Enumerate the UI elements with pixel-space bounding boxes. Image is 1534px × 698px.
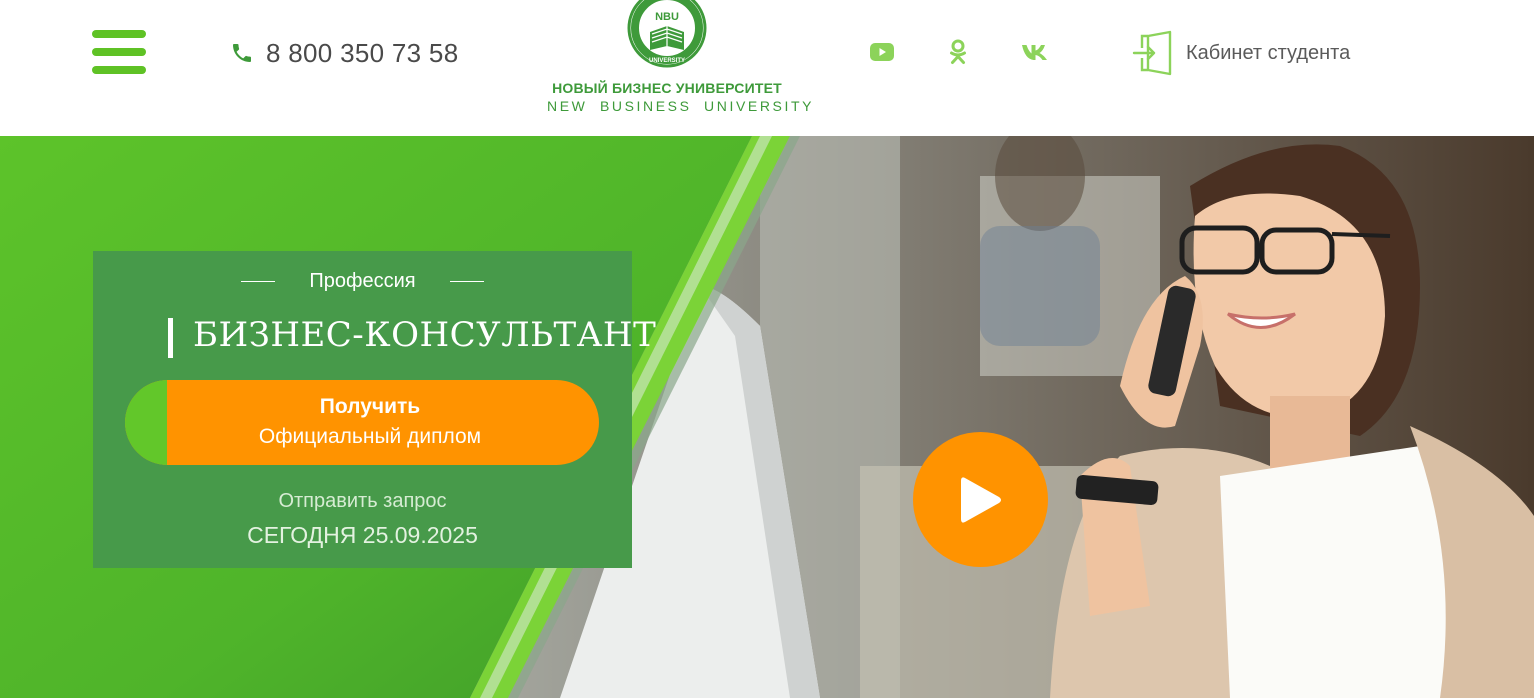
play-icon — [960, 476, 1001, 523]
play-video-button[interactable] — [913, 432, 1048, 567]
university-logo[interactable]: NBU UNIVERSITY НОВЫЙ БИЗНЕС УНИВЕРСИТЕТ … — [540, 0, 815, 120]
student-cabinet-label: Кабинет студента — [1186, 41, 1351, 64]
phone-icon — [230, 41, 254, 65]
profession-offer-panel: Профессия БИЗНЕС-КОНСУЛЬТАНТ Получить Оф… — [93, 251, 656, 568]
divider-dash — [241, 281, 276, 282]
phone-link[interactable]: 8 800 350 73 58 — [230, 36, 458, 70]
profession-title: БИЗНЕС-КОНСУЛЬТАНТ — [193, 315, 657, 355]
phone-number: 8 800 350 73 58 — [266, 37, 459, 68]
burger-line — [92, 66, 146, 74]
login-door-icon — [1132, 30, 1174, 76]
burger-line — [92, 48, 146, 56]
offer-subtitle-row: Профессия — [93, 270, 632, 293]
cta-label-secondary: Официальный диплом — [258, 425, 482, 448]
request-date: СЕГОДНЯ 25.09.2025 — [247, 522, 478, 548]
logo-title-en: NEW BUSINESS UNIVERSITY — [547, 98, 815, 114]
logo-ring-text: UNIVERSITY — [649, 58, 685, 64]
offer-subtitle: Профессия — [309, 270, 416, 292]
odnoklassniki-icon[interactable] — [944, 38, 972, 66]
get-diploma-button[interactable]: Получить Официальный диплом — [125, 380, 599, 465]
title-accent-bar — [168, 318, 173, 358]
menu-burger-icon[interactable] — [92, 30, 146, 74]
site-header: 8 800 350 73 58 NBU UNIVERSITY НОВЫЙ БИЗ… — [0, 0, 1534, 136]
divider-dash — [449, 281, 484, 282]
youtube-icon[interactable] — [868, 38, 896, 66]
logo-emblem-text: NBU — [655, 11, 679, 23]
cta-label-primary: Получить — [319, 395, 421, 418]
hero-banner: Профессия БИЗНЕС-КОНСУЛЬТАНТ Получить Оф… — [0, 136, 1534, 698]
student-cabinet-link[interactable]: Кабинет студента — [1132, 30, 1350, 76]
logo-title-ru: НОВЫЙ БИЗНЕС УНИВЕРСИТЕТ — [552, 80, 782, 96]
request-label: Отправить запрос — [278, 490, 447, 512]
cta-accent-tab — [125, 380, 167, 465]
logo-emblem-icon: NBU UNIVERSITY — [627, 0, 707, 68]
burger-line — [92, 30, 146, 38]
vk-icon[interactable] — [1021, 38, 1049, 66]
